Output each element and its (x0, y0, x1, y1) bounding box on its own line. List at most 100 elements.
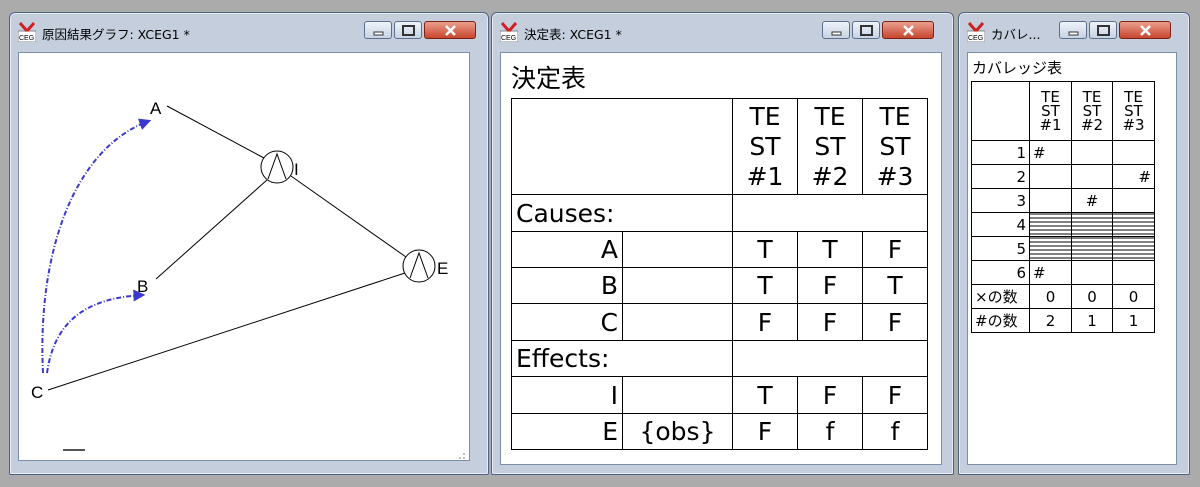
truth-cell[interactable]: f (797, 413, 863, 450)
coverage-cell[interactable]: # (1029, 140, 1072, 165)
truth-cell[interactable]: T (732, 376, 798, 414)
test-2-label: TE ST #2 (811, 101, 849, 191)
minimize-button[interactable] (364, 21, 392, 39)
svg-text:CEG: CEG (501, 35, 516, 42)
minimize-button[interactable] (822, 21, 850, 39)
cause-effect-graph[interactable]: A B C I E (19, 53, 471, 460)
maximize-button[interactable] (394, 21, 422, 39)
table-row[interactable]: 3 # (971, 188, 1155, 213)
truth-cell[interactable]: T (732, 231, 798, 268)
effect-name: I (511, 376, 623, 414)
truth-cell[interactable]: T (732, 267, 798, 304)
test-3-label: TE ST #3 (1122, 88, 1145, 134)
effect-name: E (511, 413, 623, 450)
edge-a-i[interactable] (166, 105, 265, 159)
table-row[interactable]: A T T F (511, 231, 928, 268)
table-row[interactable]: 5 (971, 236, 1155, 261)
node-e[interactable]: E (402, 249, 448, 283)
coverage-cell[interactable] (1071, 140, 1113, 165)
coverage-cell[interactable]: # (1112, 164, 1155, 189)
truth-cell[interactable]: F (797, 267, 863, 304)
truth-cell[interactable]: F (732, 413, 798, 450)
maximize-button[interactable] (1089, 21, 1117, 39)
edge-b-i[interactable] (155, 179, 268, 280)
coverage-cell[interactable] (1029, 188, 1072, 213)
coverage-cell[interactable] (1112, 188, 1155, 213)
summary-cell: 1 (1112, 308, 1155, 333)
table-row[interactable]: B T F T (511, 267, 928, 304)
table-row[interactable]: C F F F (511, 303, 928, 341)
title-bar[interactable]: CEG 原因結果グラフ: XCEG1 * (16, 21, 482, 47)
coverage-table-window: CEG カバレ... カバレッジ表 TE ST #1 TE ST #2 TE S… (958, 12, 1190, 475)
svg-text:CEG: CEG (19, 35, 34, 42)
truth-cell[interactable]: T (797, 231, 863, 268)
truth-cell[interactable]: f (862, 413, 928, 450)
coverage-cell[interactable] (1071, 260, 1113, 285)
coverage-table-view[interactable]: カバレッジ表 TE ST #1 TE ST #2 TE ST #3 1 # 2 … (967, 52, 1177, 465)
truth-cell[interactable]: F (732, 303, 798, 341)
table-row[interactable]: E {obs} F f f (511, 413, 928, 450)
title-bar[interactable]: CEG 決定表: XCEG1 * (498, 21, 947, 47)
test-3-label: TE ST #3 (876, 101, 914, 191)
table-row[interactable]: 4 (971, 212, 1155, 237)
table-row[interactable]: I T F F (511, 376, 928, 414)
node-i[interactable]: I (260, 150, 299, 184)
title-bar[interactable]: CEG カバレ... (965, 21, 1183, 47)
table-row[interactable]: 2 # (971, 164, 1155, 189)
app-icon: CEG (18, 22, 36, 42)
cause-effect-graph-window: CEG 原因結果グラフ: XCEG1 * A B C I E (9, 12, 489, 475)
truth-cell[interactable]: F (862, 231, 928, 268)
resize-grip-icon[interactable] (459, 453, 465, 459)
cause-name: C (511, 303, 623, 341)
coverage-cell[interactable]: # (1029, 260, 1072, 285)
truth-cell[interactable]: F (797, 376, 863, 414)
row-number: 4 (971, 212, 1030, 237)
close-button[interactable] (1119, 21, 1171, 39)
coverage-cell[interactable] (1029, 164, 1072, 189)
truth-cell[interactable]: F (862, 376, 928, 414)
node-b[interactable]: B (137, 277, 148, 296)
minimize-button[interactable] (1059, 21, 1087, 39)
cause-note (622, 231, 733, 268)
test-header[interactable]: TE ST #2 (797, 98, 863, 195)
coverage-cell[interactable] (1112, 260, 1155, 285)
node-a-label: A (150, 99, 162, 118)
decision-table-view[interactable]: 決定表 TE ST #1 TE ST #2 TE ST #3 Causes: A… (500, 52, 942, 465)
test-header[interactable]: TE ST #3 (862, 98, 928, 195)
cause-name: A (511, 231, 623, 268)
maximize-button[interactable] (852, 21, 880, 39)
close-button[interactable] (882, 21, 934, 39)
edge-i-e[interactable] (290, 175, 407, 258)
app-icon: CEG (500, 22, 518, 42)
coverage-cell[interactable] (1071, 164, 1113, 189)
test-header[interactable]: TE ST #3 (1112, 81, 1155, 141)
summary-cell: 0 (1112, 284, 1155, 309)
close-button[interactable] (424, 21, 476, 39)
node-a[interactable]: A (150, 99, 162, 118)
test-2-label: TE ST #2 (1080, 88, 1104, 134)
constraint-c-b[interactable] (46, 289, 146, 374)
coverage-table-heading: カバレッジ表 (972, 59, 1063, 77)
graph-canvas[interactable]: A B C I E (18, 52, 471, 461)
truth-cell[interactable]: F (862, 303, 928, 341)
test-header[interactable]: TE ST #1 (1029, 81, 1072, 141)
test-header[interactable]: TE ST #2 (1071, 81, 1113, 141)
truth-cell[interactable]: T (862, 267, 928, 304)
decision-table: TE ST #1 TE ST #2 TE ST #3 Causes: A T T… (511, 98, 928, 450)
node-i-label: I (294, 160, 299, 179)
corner-cell (971, 81, 1030, 141)
coverage-cell[interactable] (1112, 140, 1155, 165)
table-row[interactable]: 6 # (971, 260, 1155, 285)
test-header[interactable]: TE ST #1 (732, 98, 798, 195)
constraint-c-a[interactable] (41, 118, 152, 374)
edge-c-e[interactable] (47, 272, 406, 391)
row-number: 5 (971, 236, 1030, 261)
test-1-label: TE ST #1 (1039, 88, 1062, 134)
app-icon: CEG (967, 22, 985, 42)
node-c[interactable]: C (31, 383, 43, 402)
coverage-cell[interactable]: # (1071, 188, 1113, 213)
table-row[interactable]: #の数 2 1 1 (971, 308, 1155, 333)
truth-cell[interactable]: F (797, 303, 863, 341)
table-row[interactable]: ×の数 0 0 0 (971, 284, 1155, 309)
table-row[interactable]: 1 # (971, 140, 1155, 165)
